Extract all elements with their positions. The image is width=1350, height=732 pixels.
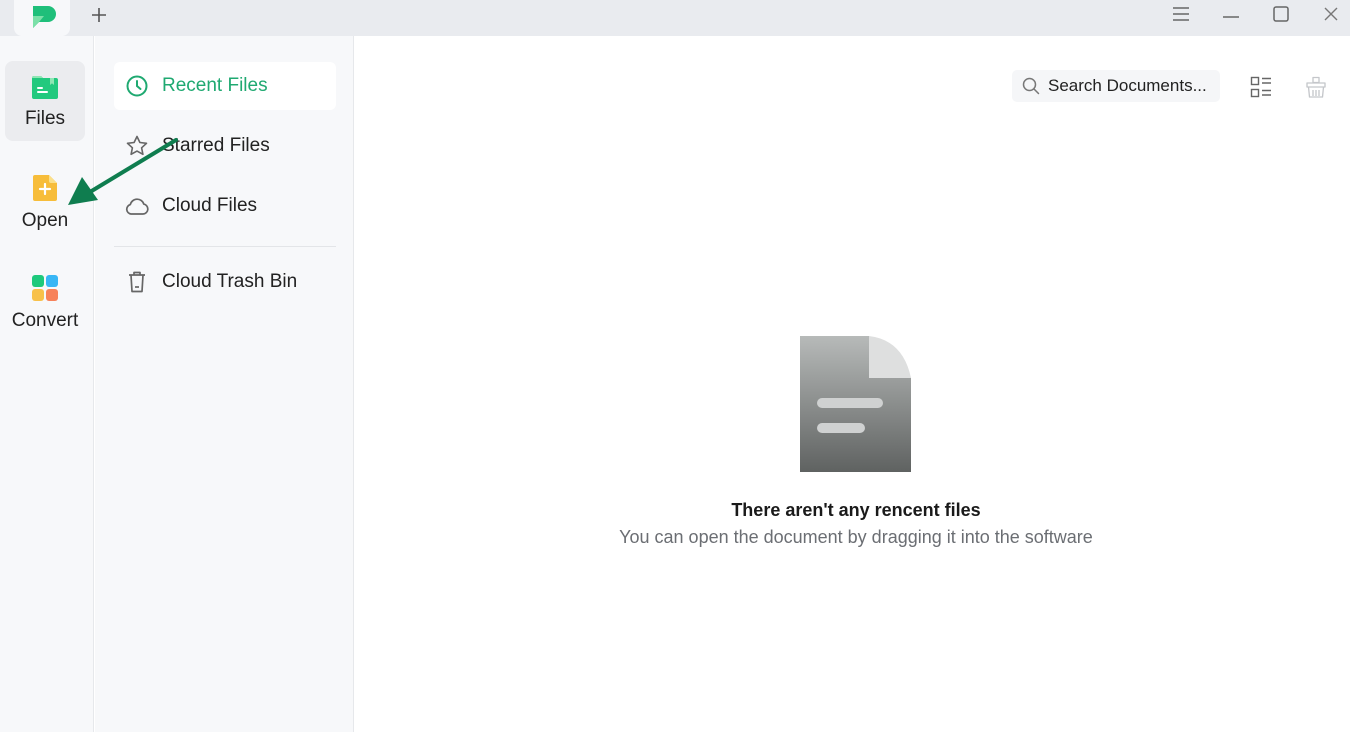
app-logo-icon [33,6,56,28]
nav-item-label: Starred Files [162,135,270,156]
rail-item-open[interactable]: Open [5,161,85,241]
list-view-button[interactable] [1246,72,1276,102]
empty-state-subtitle: You can open the document by dragging it… [619,527,1093,547]
new-tab-button[interactable] [86,2,112,28]
nav-item-cloud-files[interactable]: Cloud Files [114,182,336,230]
rail-item-label: Convert [11,310,79,331]
trash-icon [124,269,150,295]
main-content: Search Documents... There aren't any ren… [355,36,1350,732]
search-input[interactable]: Search Documents... [1012,70,1220,102]
empty-state-title: There aren't any rencent files [731,500,981,520]
nav-item-recent-files[interactable]: Recent Files [114,62,336,110]
broom-clear-icon [1306,76,1326,98]
plus-icon [92,8,106,22]
rail-item-convert[interactable]: Convert [5,261,85,341]
nav-item-label: Cloud Files [162,195,258,216]
files-folder-icon [32,76,58,99]
home-tab[interactable] [14,0,70,36]
title-bar [0,0,1350,36]
empty-state: There aren't any rencent files You can o… [355,336,1350,548]
search-icon [1022,77,1040,95]
minimize-button[interactable] [1211,0,1251,28]
empty-document-icon [800,336,911,472]
rail-item-files[interactable]: Files [5,61,85,141]
maximize-button[interactable] [1261,0,1301,28]
cloud-icon [124,193,150,219]
clear-button[interactable] [1301,72,1331,102]
clock-icon [124,73,150,99]
menu-icon [1173,7,1189,21]
file-nav-panel: Recent Files Starred Files Cloud Files C… [95,36,354,732]
nav-item-cloud-trash-bin[interactable]: Cloud Trash Bin [114,258,336,306]
search-placeholder: Search Documents... [1048,76,1207,95]
maximize-icon [1273,6,1289,22]
menu-button[interactable] [1161,0,1201,28]
close-icon [1324,7,1338,21]
close-button[interactable] [1311,0,1350,28]
nav-divider [114,246,336,247]
star-icon [124,133,150,159]
minimize-icon [1223,16,1239,18]
open-file-plus-icon [33,175,57,201]
list-view-icon [1250,76,1271,98]
convert-grid-icon [32,275,58,301]
rail-item-label: Open [21,210,69,231]
rail-item-label: Files [24,108,66,129]
nav-item-label: Cloud Trash Bin [162,271,298,292]
left-rail: Files Open Convert [0,36,94,732]
nav-item-label: Recent Files [162,75,268,96]
nav-item-starred-files[interactable]: Starred Files [114,122,336,170]
